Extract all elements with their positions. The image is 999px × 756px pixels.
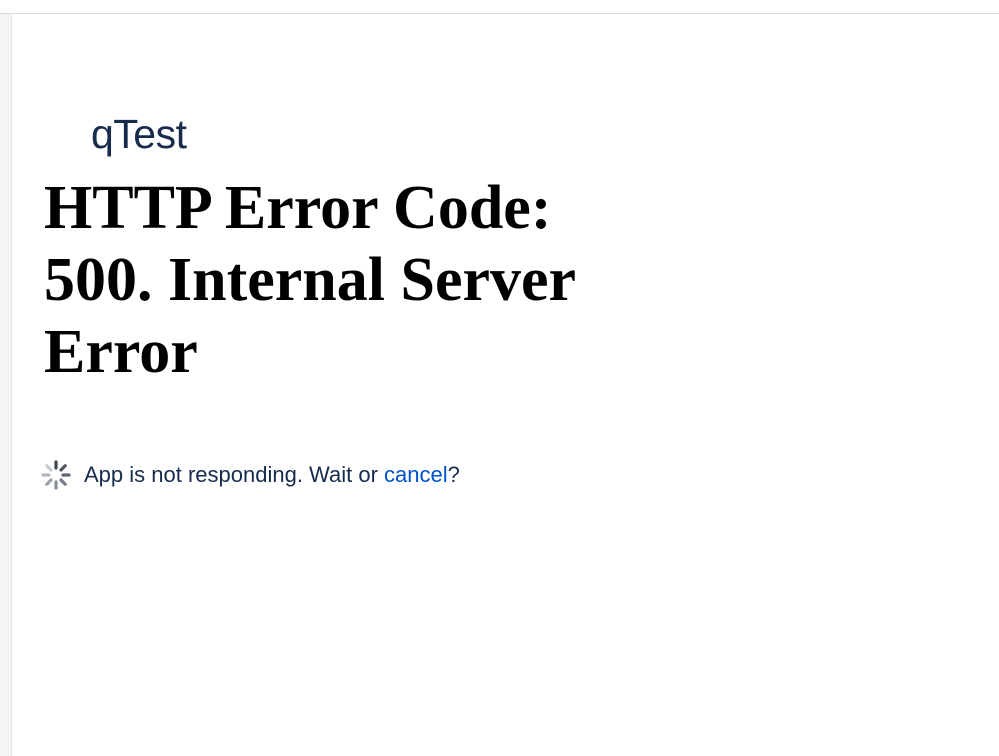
left-rail (0, 14, 12, 756)
error-heading: HTTP Error Code: 500. Internal Server Er… (44, 174, 575, 386)
page: qTest HTTP Error Code: 500. Internal Ser… (0, 0, 999, 756)
loading-spinner-icon (40, 459, 72, 491)
cancel-link[interactable]: cancel (384, 462, 448, 488)
app-title: qTest (91, 111, 187, 157)
status-text: App is not responding. Wait or (84, 462, 385, 487)
top-border (0, 0, 999, 14)
status-suffix: ? (447, 462, 460, 487)
app-status-message: App is not responding. Wait or cancel ? (40, 459, 460, 491)
